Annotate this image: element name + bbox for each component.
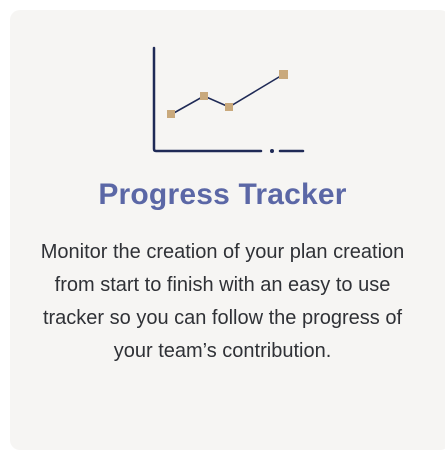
trend-marker	[167, 110, 175, 118]
line-chart-graphic	[152, 46, 305, 153]
card-title: Progress Tracker	[98, 178, 347, 211]
line-chart-icon	[143, 38, 313, 168]
card-description: Monitor the creation of your plan creati…	[40, 241, 405, 362]
trend-marker	[200, 92, 208, 100]
axis-dot	[270, 149, 274, 153]
trend-marker	[225, 103, 233, 111]
trend-marker	[279, 70, 288, 79]
